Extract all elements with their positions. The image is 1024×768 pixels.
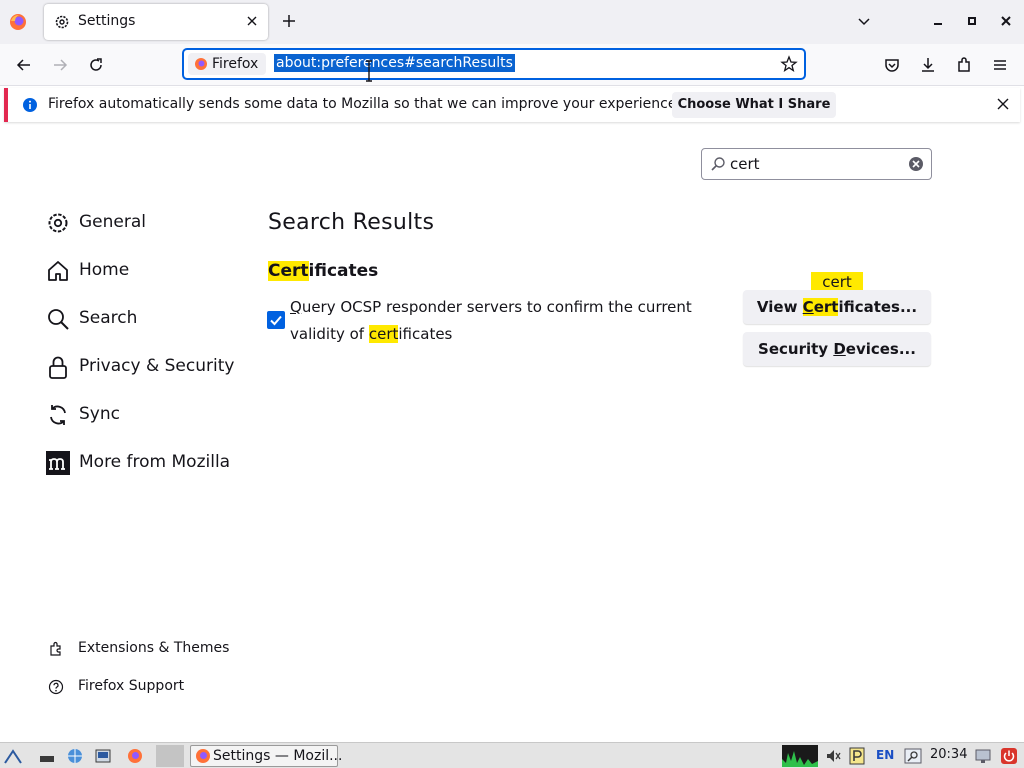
help-icon: [48, 679, 64, 695]
sidebar-item-label: Privacy & Security: [79, 356, 235, 376]
hamburger-menu-icon[interactable]: [990, 55, 1010, 75]
data-collection-notification: Firefox automatically sends some data to…: [4, 88, 1020, 122]
tab-bar: Settings: [0, 0, 1024, 44]
reload-icon[interactable]: [86, 55, 106, 75]
navigation-toolbar: Firefox about:preferences#searchResults: [0, 44, 1024, 86]
page-title: Search Results: [268, 210, 435, 235]
new-tab-icon[interactable]: [280, 12, 298, 30]
downloads-icon[interactable]: [918, 55, 938, 75]
checkmark-icon: [270, 315, 282, 326]
file-manager-icon[interactable]: [94, 747, 112, 765]
show-desktop-icon[interactable]: [38, 747, 56, 765]
sync-icon: [50, 405, 66, 425]
power-icon[interactable]: [1000, 747, 1018, 765]
cpu-monitor-graph: [782, 745, 818, 767]
firefox-launcher-icon[interactable]: [126, 747, 144, 765]
home-icon: [48, 261, 68, 281]
ocsp-checkbox[interactable]: [267, 311, 285, 329]
identity-box[interactable]: Firefox: [188, 53, 266, 75]
taskbar-window-firefox[interactable]: Settings — Mozil...: [190, 745, 342, 767]
security-devices-button[interactable]: Security Devices...: [743, 332, 931, 366]
notification-text: Firefox automatically sends some data to…: [48, 96, 681, 112]
choose-what-i-share-button[interactable]: Choose What I Share: [672, 92, 836, 118]
clipboard-p-icon[interactable]: [848, 747, 866, 765]
view-certificates-button[interactable]: View Certificates...: [743, 290, 931, 324]
clear-search-icon[interactable]: [908, 156, 924, 172]
gear-icon: [55, 15, 69, 29]
gear-icon: [48, 213, 68, 233]
certificates-section-heading: Certificates: [268, 261, 378, 281]
firefox-logo-icon[interactable]: [8, 12, 28, 32]
info-icon: [23, 98, 37, 112]
sidebar-item-label: Sync: [79, 404, 120, 424]
search-highlight: Cert: [268, 261, 309, 281]
search-icon: [711, 157, 725, 171]
sidebar-link-label: Firefox Support: [78, 678, 185, 694]
browser-launcher-icon[interactable]: [66, 747, 84, 765]
sidebar-item-label: Search: [79, 308, 138, 328]
search-value: cert: [730, 155, 760, 173]
ocsp-checkbox-label[interactable]: Query OCSP responder servers to confirm …: [290, 294, 710, 348]
forward-icon[interactable]: [50, 55, 70, 75]
maximize-icon[interactable]: [963, 12, 981, 30]
button-text: View: [756, 298, 803, 316]
close-notification-icon[interactable]: [996, 97, 1010, 111]
puzzle-icon: [50, 641, 61, 656]
pocket-icon[interactable]: [882, 55, 902, 75]
tab-settings[interactable]: Settings: [44, 4, 268, 40]
tab-title: Settings: [78, 13, 136, 29]
lock-icon: [49, 356, 67, 379]
clock[interactable]: 20:34: [930, 747, 967, 762]
sidebar-item-label: Home: [79, 260, 130, 280]
search-icon: [48, 309, 69, 330]
desktop-taskbar: Settings — Mozil... EN 20:34: [0, 742, 1024, 768]
accesskey-highlight: C: [802, 298, 814, 316]
accesskey: D: [833, 340, 846, 358]
extensions-puzzle-icon[interactable]: [954, 55, 974, 75]
mozilla-icon: [46, 451, 70, 475]
button-text: Security: [758, 340, 834, 358]
label-text: uery OCSP responder servers to confirm t…: [290, 298, 692, 343]
search-highlight: ert: [813, 298, 839, 316]
button-text-end: evices...: [845, 340, 916, 358]
text-cursor-icon: [366, 60, 372, 82]
workspace-switcher[interactable]: [156, 745, 184, 767]
volume-icon[interactable]: [824, 747, 842, 765]
search-highlight: cert: [368, 325, 399, 343]
sidebar-item-label: General: [79, 212, 146, 232]
heading-rest: ificates: [308, 261, 379, 281]
close-tab-icon[interactable]: [244, 13, 260, 29]
identity-label: Firefox: [212, 56, 259, 72]
settings-search-input[interactable]: cert: [701, 148, 932, 180]
url-bar[interactable]: Firefox about:preferences#searchResults: [182, 48, 806, 80]
sidebar-link-label: Extensions & Themes: [78, 640, 230, 656]
firefox-logo-icon: [196, 749, 210, 763]
sidebar-item-label: More from Mozilla: [79, 452, 231, 472]
firefox-logo-icon: [195, 58, 207, 70]
keyboard-layout-indicator[interactable]: EN: [876, 748, 894, 762]
screen-lock-icon[interactable]: [974, 747, 992, 765]
label-text-end: ificates: [398, 325, 453, 343]
accesskey: Q: [290, 298, 302, 316]
tray-search-icon[interactable]: [904, 747, 922, 765]
button-text-end: ificates...: [838, 298, 918, 316]
list-all-tabs-icon[interactable]: [855, 12, 873, 30]
minimize-icon[interactable]: [929, 12, 947, 30]
bookmark-star-icon[interactable]: [780, 55, 798, 73]
start-menu-icon[interactable]: [4, 747, 22, 765]
taskbar-window-label: Settings — Mozil...: [213, 748, 343, 764]
url-input[interactable]: about:preferences#searchResults: [274, 54, 515, 72]
close-window-icon[interactable]: [997, 12, 1015, 30]
back-icon[interactable]: [14, 55, 34, 75]
